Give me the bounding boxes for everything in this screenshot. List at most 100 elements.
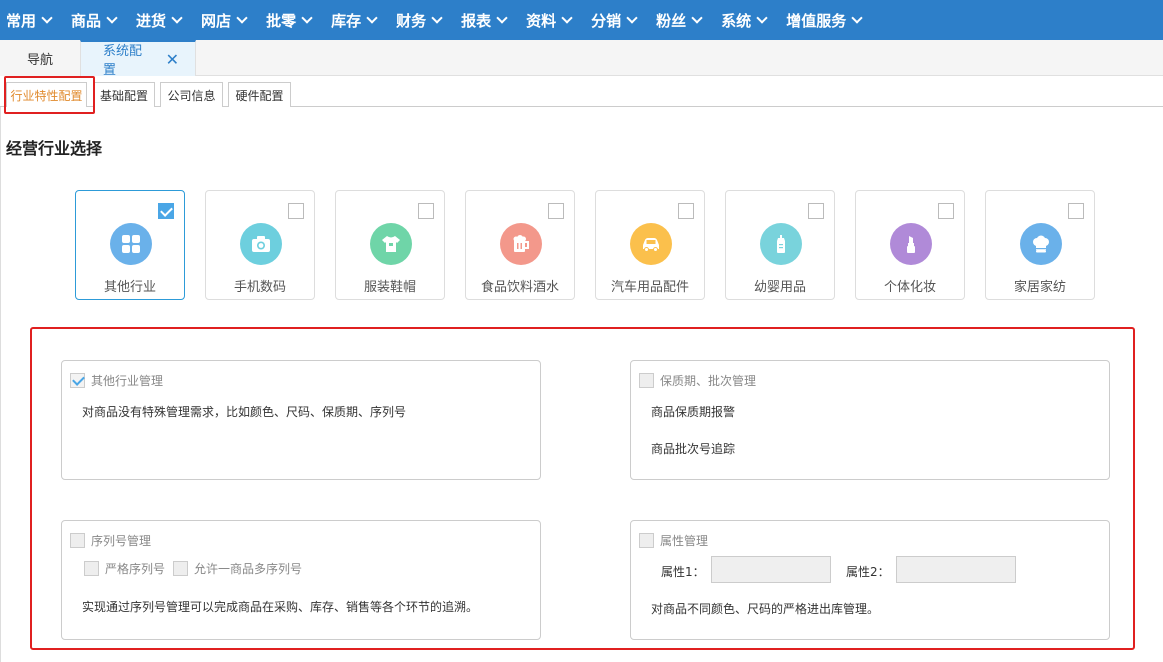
industry-card-baby[interactable]: 幼婴用品 <box>725 190 835 300</box>
other-industry-checkbox[interactable] <box>70 373 85 388</box>
menu-label: 系统 <box>721 11 752 30</box>
menu-label: 财务 <box>396 11 427 30</box>
panel-attribute: 属性管理 属性1： 属性2： 对商品不同颜色、尺码的严格进出库管理。 <box>630 520 1110 640</box>
panel-header[interactable]: 其他行业管理 <box>70 372 163 389</box>
menu-changyong[interactable]: 常用 <box>6 10 53 31</box>
car-icon <box>630 223 672 265</box>
chevron-down-icon <box>496 12 508 24</box>
shelf-batch-checkbox[interactable] <box>639 373 654 388</box>
menu-shangpin[interactable]: 商品 <box>71 10 118 31</box>
grid-icon <box>110 223 152 265</box>
menu-label: 进货 <box>136 11 167 30</box>
panel-header[interactable]: 属性管理 <box>639 532 708 549</box>
subtab-company-info[interactable]: 公司信息 <box>160 82 223 107</box>
multi-serial-checkbox[interactable] <box>173 561 188 576</box>
industry-label: 手机数码 <box>233 280 286 295</box>
industry-label: 幼婴用品 <box>753 280 806 295</box>
industry-label: 食品饮料酒水 <box>480 280 559 295</box>
menu-label: 库存 <box>331 11 362 30</box>
industry-checkbox[interactable] <box>1068 203 1084 219</box>
industry-label: 个体化妆 <box>883 280 936 295</box>
menu-label: 粉丝 <box>656 11 687 30</box>
industry-checkbox[interactable] <box>678 203 694 219</box>
shelf-life-alert-text: 商品保质期报警 <box>651 405 736 419</box>
panel-shelf-batch: 保质期、批次管理 商品保质期报警 商品批次号追踪 <box>630 360 1110 480</box>
industry-card-auto[interactable]: 汽车用品配件 <box>595 190 705 300</box>
shirt-icon <box>370 223 412 265</box>
menu-wangdian[interactable]: 网店 <box>201 10 248 31</box>
industry-checkbox[interactable] <box>288 203 304 219</box>
attribute2-label: 属性2： <box>846 565 890 579</box>
camera-icon <box>240 223 282 265</box>
menu-pilin[interactable]: 批零 <box>266 10 313 31</box>
config-subtab-bar: 行业特性配置 基础配置 公司信息 硬件配置 <box>0 82 1163 107</box>
tab-navigation[interactable]: 导航 <box>0 40 80 76</box>
left-divider <box>0 107 1 662</box>
top-menu-bar: 常用 商品 进货 网店 批零 库存 财务 报表 资料 分销 粉丝 系统 增值服务 <box>0 0 1163 40</box>
industry-checkbox[interactable] <box>808 203 824 219</box>
industry-checkbox[interactable] <box>548 203 564 219</box>
panel-description: 对商品没有特殊管理需求，比如颜色、尺码、保质期、序列号 <box>82 405 407 419</box>
menu-caiwu[interactable]: 财务 <box>396 10 443 31</box>
serial-number-checkbox[interactable] <box>70 533 85 548</box>
bottle-icon <box>760 223 802 265</box>
beer-icon <box>500 223 542 265</box>
industry-label: 其他行业 <box>103 280 156 295</box>
menu-zengzhi[interactable]: 增值服务 <box>786 10 863 31</box>
menu-label: 常用 <box>6 11 37 30</box>
subtab-industry-config[interactable]: 行业特性配置 <box>6 82 87 107</box>
menu-fenxiao[interactable]: 分销 <box>591 10 638 31</box>
industry-card-digital[interactable]: 手机数码 <box>205 190 315 300</box>
panel-description: 对商品不同颜色、尺码的严格进出库管理。 <box>651 602 880 616</box>
panel-description: 实现通过序列号管理可以完成商品在采购、库存、销售等各个环节的追溯。 <box>82 600 479 614</box>
attribute-checkbox[interactable] <box>639 533 654 548</box>
industry-card-other[interactable]: 其他行业 <box>75 190 185 300</box>
close-icon[interactable]: ✕ <box>166 50 179 69</box>
industry-label: 汽车用品配件 <box>610 280 689 295</box>
panel-header[interactable]: 保质期、批次管理 <box>639 372 756 389</box>
chevron-down-icon <box>366 12 378 24</box>
subtab-basic-config[interactable]: 基础配置 <box>93 82 155 107</box>
chevron-down-icon <box>301 12 313 24</box>
page-tab-bar: 导航 系统配置 ✕ <box>0 40 1163 78</box>
menu-jinhuo[interactable]: 进货 <box>136 10 183 31</box>
panel-title: 其他行业管理 <box>91 374 164 388</box>
multi-serial-option[interactable]: 允许一商品多序列号 <box>173 560 302 577</box>
menu-xitong[interactable]: 系统 <box>721 10 768 31</box>
industry-card-food[interactable]: 食品饮料酒水 <box>465 190 575 300</box>
lipstick-icon <box>890 223 932 265</box>
chevron-down-icon <box>626 12 638 24</box>
menu-ziliao[interactable]: 资料 <box>526 10 573 31</box>
section-title: 经营行业选择 <box>6 139 103 158</box>
industry-checkbox[interactable] <box>938 203 954 219</box>
chevron-down-icon <box>756 12 768 24</box>
menu-fensi[interactable]: 粉丝 <box>656 10 703 31</box>
strict-serial-checkbox[interactable] <box>84 561 99 576</box>
chevron-down-icon <box>41 12 53 24</box>
tab-system-config[interactable]: 系统配置 ✕ <box>80 40 196 78</box>
attribute2-input[interactable] <box>896 556 1016 583</box>
industry-card-cosmetics[interactable]: 个体化妆 <box>855 190 965 300</box>
industry-checkbox[interactable] <box>158 203 174 219</box>
industry-card-home[interactable]: 家居家纺 <box>985 190 1095 300</box>
option-label: 允许一商品多序列号 <box>194 562 303 576</box>
industry-card-apparel[interactable]: 服装鞋帽 <box>335 190 445 300</box>
tab-label: 系统配置 <box>103 44 143 78</box>
panel-title: 保质期、批次管理 <box>660 374 757 388</box>
industry-checkbox[interactable] <box>418 203 434 219</box>
chevron-down-icon <box>236 12 248 24</box>
panel-serial-number: 序列号管理 严格序列号 允许一商品多序列号 实现通过序列号管理可以完成商品在采购… <box>61 520 541 640</box>
panel-title: 属性管理 <box>660 534 709 548</box>
panel-title: 序列号管理 <box>91 534 152 548</box>
menu-label: 网店 <box>201 11 232 30</box>
chevron-down-icon <box>561 12 573 24</box>
option-label: 严格序列号 <box>105 562 166 576</box>
batch-tracking-text: 商品批次号追踪 <box>651 442 736 456</box>
strict-serial-option[interactable]: 严格序列号 <box>84 560 165 577</box>
attribute1-input[interactable] <box>711 556 831 583</box>
menu-kucun[interactable]: 库存 <box>331 10 378 31</box>
industry-label: 家居家纺 <box>1013 280 1066 295</box>
menu-baobiao[interactable]: 报表 <box>461 10 508 31</box>
panel-header[interactable]: 序列号管理 <box>70 532 151 549</box>
subtab-hardware-config[interactable]: 硬件配置 <box>228 82 291 107</box>
